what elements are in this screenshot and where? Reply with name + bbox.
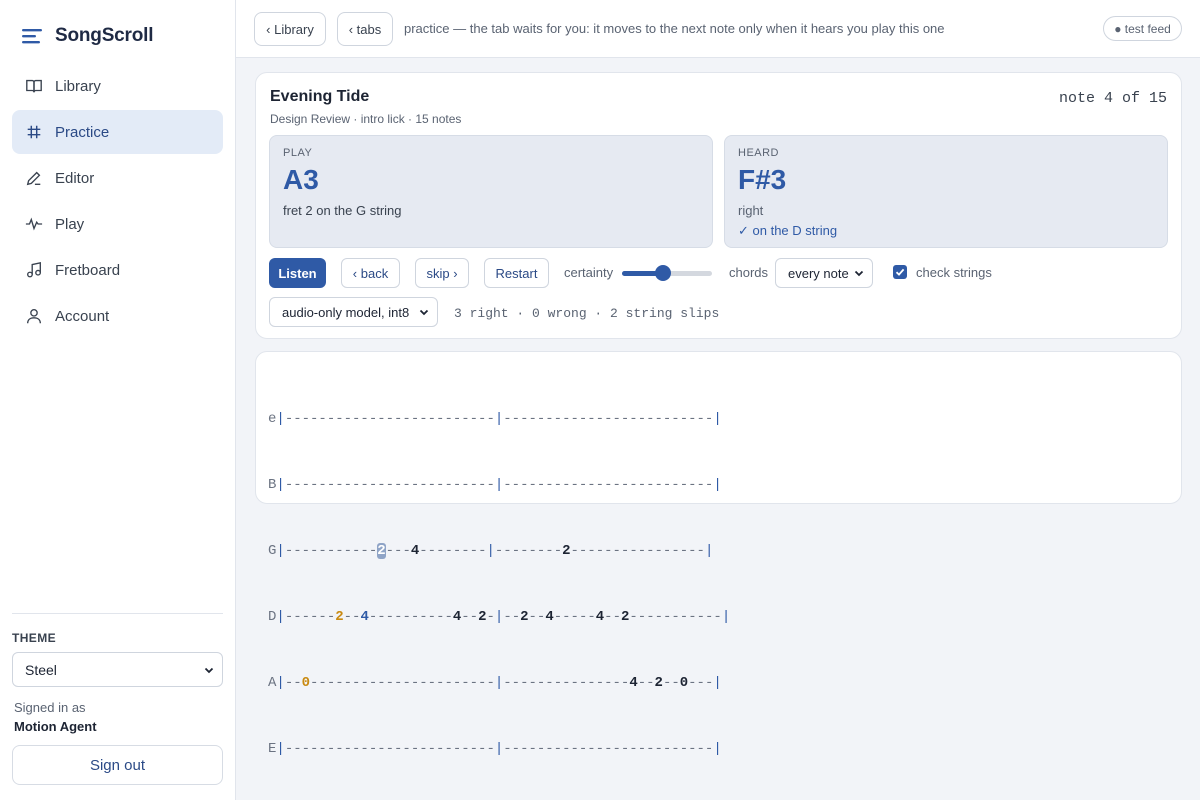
chevron-down-icon (204, 667, 214, 673)
play-detail: fret 2 on the G string (283, 203, 402, 218)
song-subtitle: Design Review · intro lick · 15 notes (270, 112, 462, 126)
test-feed-badge[interactable]: ● test feed (1103, 16, 1182, 41)
model-select[interactable]: audio-only model, int8 (269, 297, 438, 327)
tablature: e|-------------------------|------------… (268, 364, 730, 800)
sidebar-item-label: Editor (55, 169, 95, 187)
library-back-button[interactable]: ‹ Library (254, 12, 326, 46)
sidebar-item-label: Practice (55, 123, 110, 141)
sidebar-item-practice[interactable]: Practice (12, 110, 223, 154)
check-strings-checkbox[interactable] (893, 265, 907, 279)
pencil-icon (24, 168, 44, 188)
checkmark-icon (895, 268, 905, 276)
tab-card: e|-------------------------|------------… (255, 351, 1182, 757)
tab-line-D: D|------2--4----------4--2-|--2--4-----4… (268, 609, 731, 625)
signed-in-label: Signed in as (14, 700, 86, 715)
slider-thumb[interactable] (655, 265, 671, 281)
play-panel: PLAY A3 fret 2 on the G string (269, 135, 713, 248)
skip-button[interactable]: skip › (415, 258, 469, 288)
sidebar-item-fretboard[interactable]: Fretboard (12, 248, 223, 292)
heard-caption: HEARD (738, 147, 780, 159)
chords-label: chords (729, 265, 769, 280)
current-note: 2 (377, 543, 386, 559)
heard-string-check: ✓ on the D string (738, 223, 838, 238)
sidebar-item-label: Account (55, 307, 110, 325)
chords-select-value: every note (788, 265, 849, 281)
note-counter: note 4 of 15 (1058, 90, 1167, 107)
heard-panel: HEARD F#3 right ✓ on the D string (724, 135, 1168, 248)
signed-in-name: Motion Agent (14, 719, 97, 734)
tab-line-G: G|-----------2---4--------|--------2----… (268, 543, 714, 559)
sidebar-item-label: Play (55, 215, 85, 233)
music-note-icon (24, 260, 44, 280)
play-caption: PLAY (283, 147, 313, 159)
practice-stats: 3 right · 0 wrong · 2 string slips (454, 306, 720, 321)
listen-button[interactable]: Listen (269, 258, 326, 288)
sidebar-item-label: Library (55, 77, 101, 95)
tab-line-e: e|-------------------------|------------… (268, 411, 722, 427)
theme-select-value: Steel (25, 661, 57, 678)
chevron-down-icon (854, 270, 864, 277)
app-name: SongScroll (55, 25, 154, 46)
grid-icon (24, 122, 44, 142)
chevron-down-icon (419, 309, 429, 316)
certainty-slider[interactable] (622, 265, 712, 281)
song-title: Evening Tide (270, 88, 370, 105)
play-note: A3 (283, 164, 319, 195)
waveform-icon (24, 214, 44, 234)
sidebar-item-account[interactable]: Account (12, 294, 223, 338)
user-icon (24, 306, 44, 326)
back-button[interactable]: ‹ back (341, 258, 400, 288)
tab-line-B: B|-------------------------|------------… (268, 477, 722, 493)
practice-card: Evening Tide Design Review · intro lick … (255, 72, 1182, 339)
restart-button[interactable]: Restart (484, 258, 549, 288)
certainty-label: certainty (564, 265, 614, 280)
book-icon (24, 76, 44, 96)
sidebar-item-editor[interactable]: Editor (12, 156, 223, 200)
menu-lines-icon (22, 29, 42, 44)
sign-out-button[interactable]: Sign out (12, 745, 223, 785)
sidebar: SongScroll Library Practice Editor Play (0, 0, 236, 800)
theme-label: THEME (12, 631, 56, 645)
top-bar: ‹ Library ‹ tabs practice — the tab wait… (236, 0, 1200, 58)
heard-verdict: right (738, 203, 764, 218)
chords-select[interactable]: every note (775, 258, 873, 288)
tabs-back-button[interactable]: ‹ tabs (337, 12, 393, 46)
theme-select[interactable]: Steel (12, 652, 223, 687)
tab-line-A: A|--0----------------------|------------… (268, 675, 722, 691)
brand[interactable]: SongScroll (22, 24, 153, 48)
model-select-value: audio-only model, int8 (282, 304, 410, 320)
practice-hint: practice — the tab waits for you: it mov… (404, 21, 945, 36)
tab-line-E: E|-------------------------|------------… (268, 741, 722, 757)
check-strings-label: check strings (916, 265, 992, 280)
sidebar-item-play[interactable]: Play (12, 202, 223, 246)
sidebar-item-label: Fretboard (55, 261, 121, 279)
sidebar-footer: THEME Steel Signed in as Motion Agent Si… (12, 613, 223, 785)
sidebar-item-library[interactable]: Library (12, 64, 223, 108)
sidebar-nav: Library Practice Editor Play Fretboard A… (12, 64, 223, 340)
heard-note: F#3 (738, 164, 787, 195)
